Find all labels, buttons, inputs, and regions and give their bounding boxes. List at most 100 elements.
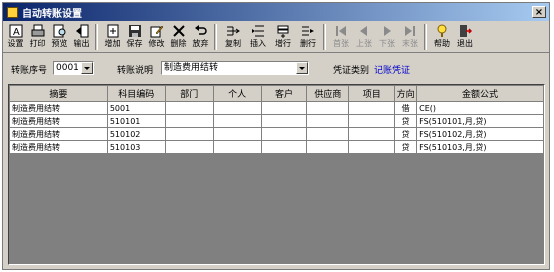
help-label: 帮助 — [434, 39, 450, 48]
edit-icon — [150, 25, 163, 38]
table-row[interactable]: 制造费用结转 510101 贷 FS(510101,月,贷) — [9, 114, 544, 128]
exit-button[interactable]: 退出 — [454, 22, 476, 52]
copy-label: 复制 — [225, 39, 241, 48]
desc-value: 制造费用结转 — [164, 63, 219, 73]
edit-button[interactable]: 修改 — [146, 22, 167, 52]
insert-label: 插入 — [250, 39, 266, 48]
save-label: 保存 — [126, 39, 143, 48]
cell-direction[interactable]: 贷 — [394, 140, 418, 154]
cell-department[interactable] — [164, 140, 214, 154]
next-icon — [384, 26, 391, 36]
cell-account-code[interactable]: 5001 — [106, 101, 166, 115]
cell-account-code[interactable]: 510103 — [106, 140, 166, 154]
next-button[interactable]: 下张 — [376, 22, 398, 52]
transfer-grid[interactable]: 摘要 科目编码 部门 个人 客户 供应商 项目 方向 金额公式 制造费用结转 5… — [8, 84, 545, 265]
undo-icon — [194, 25, 207, 35]
cell-summary[interactable]: 制造费用结转 — [9, 114, 108, 128]
cell-customer[interactable] — [260, 114, 308, 128]
cell-supplier[interactable] — [306, 140, 350, 154]
col-direction[interactable]: 方向 — [394, 85, 418, 102]
cell-department[interactable] — [164, 101, 214, 115]
cell-customer[interactable] — [260, 127, 308, 141]
printer-icon — [31, 24, 44, 37]
cell-amount-formula[interactable]: FS(510102,月,贷) — [416, 127, 544, 141]
export-button[interactable]: 输出 — [71, 22, 92, 52]
col-summary[interactable]: 摘要 — [9, 85, 108, 102]
chevron-down-icon[interactable] — [296, 62, 308, 74]
cell-supplier[interactable] — [306, 101, 350, 115]
seq-label: 转账序号 — [11, 66, 48, 76]
delete-row-button[interactable]: 删行 — [296, 22, 320, 52]
col-amount-formula[interactable]: 金额公式 — [416, 85, 544, 102]
app-icon — [7, 6, 18, 18]
cell-direction[interactable]: 借 — [394, 101, 418, 115]
discard-label: 放弃 — [192, 39, 209, 48]
save-icon — [128, 25, 141, 37]
prev-label: 上张 — [356, 39, 372, 48]
cell-person[interactable] — [212, 140, 262, 154]
preview-label: 预览 — [51, 39, 68, 48]
first-button[interactable]: 首张 — [330, 22, 352, 52]
add-button[interactable]: 增加 — [102, 22, 123, 52]
col-supplier[interactable]: 供应商 — [306, 85, 350, 102]
col-person[interactable]: 个人 — [212, 85, 262, 102]
cell-project[interactable] — [348, 114, 396, 128]
copy-button[interactable]: 复制 — [221, 22, 245, 52]
toolbar-separator — [214, 24, 217, 50]
cell-department[interactable] — [164, 114, 214, 128]
preview-button[interactable]: 预览 — [49, 22, 70, 52]
cell-account-code[interactable]: 510101 — [106, 114, 166, 128]
cell-person[interactable] — [212, 127, 262, 141]
cell-amount-formula[interactable]: CE() — [416, 101, 544, 115]
cell-person[interactable] — [212, 101, 262, 115]
cell-direction[interactable]: 贷 — [394, 114, 418, 128]
col-project[interactable]: 项目 — [348, 85, 396, 102]
table-row[interactable]: 制造费用结转 5001 借 CE() — [9, 101, 544, 115]
last-button[interactable]: 末张 — [399, 22, 421, 52]
table-header-row: 摘要 科目编码 部门 个人 客户 供应商 项目 方向 金额公式 — [9, 85, 544, 102]
save-button[interactable]: 保存 — [124, 22, 145, 52]
help-button[interactable]: 帮助 — [431, 22, 453, 52]
cell-customer[interactable] — [260, 140, 308, 154]
chevron-down-icon[interactable] — [81, 62, 93, 74]
col-account-code[interactable]: 科目编码 — [106, 85, 166, 102]
close-button[interactable]: × — [532, 6, 546, 18]
cell-supplier[interactable] — [306, 127, 350, 141]
cell-project[interactable] — [348, 140, 396, 154]
settings-button[interactable]: A 设置 — [5, 22, 26, 52]
delete-button[interactable]: 删除 — [168, 22, 189, 52]
discard-button[interactable]: 放弃 — [190, 22, 211, 52]
add-row-icon — [277, 25, 289, 38]
cell-customer[interactable] — [260, 101, 308, 115]
settings-icon: A — [9, 24, 22, 38]
cell-summary[interactable]: 制造费用结转 — [9, 127, 108, 141]
col-customer[interactable]: 客户 — [260, 85, 308, 102]
cell-amount-formula[interactable]: FS(510103,月,贷) — [416, 140, 544, 154]
table-row[interactable]: 制造费用结转 510102 贷 FS(510102,月,贷) — [9, 127, 544, 141]
seq-select[interactable]: 0001 — [53, 61, 94, 75]
col-department[interactable]: 部门 — [164, 85, 214, 102]
cell-summary[interactable]: 制造费用结转 — [9, 140, 108, 154]
cell-account-code[interactable]: 510102 — [106, 127, 166, 141]
cell-supplier[interactable] — [306, 114, 350, 128]
cell-direction[interactable]: 贷 — [394, 127, 418, 141]
auto-transfer-window: 自动转账设置 × A 设置 打印 预览 输出 增加 保存 修改 删除 放弃 复制… — [2, 2, 550, 270]
table-row[interactable]: 制造费用结转 510103 贷 FS(510103,月,贷) — [9, 140, 544, 154]
delete-row-icon — [302, 26, 314, 36]
insert-button[interactable]: 插入 — [246, 22, 270, 52]
add-row-label: 增行 — [275, 39, 291, 48]
cell-person[interactable] — [212, 114, 262, 128]
copy-icon — [227, 26, 240, 36]
cell-project[interactable] — [348, 127, 396, 141]
cell-project[interactable] — [348, 101, 396, 115]
print-button[interactable]: 打印 — [27, 22, 48, 52]
cell-summary[interactable]: 制造费用结转 — [9, 101, 108, 115]
voucher-type-link[interactable]: 记账凭证 — [374, 63, 410, 76]
cell-amount-formula[interactable]: FS(510101,月,贷) — [416, 114, 544, 128]
cell-department[interactable] — [164, 127, 214, 141]
desc-select[interactable]: 制造费用结转 — [161, 61, 309, 75]
delete-icon — [172, 25, 185, 37]
first-label: 首张 — [333, 39, 349, 48]
prev-button[interactable]: 上张 — [353, 22, 375, 52]
add-row-button[interactable]: 增行 — [271, 22, 295, 52]
